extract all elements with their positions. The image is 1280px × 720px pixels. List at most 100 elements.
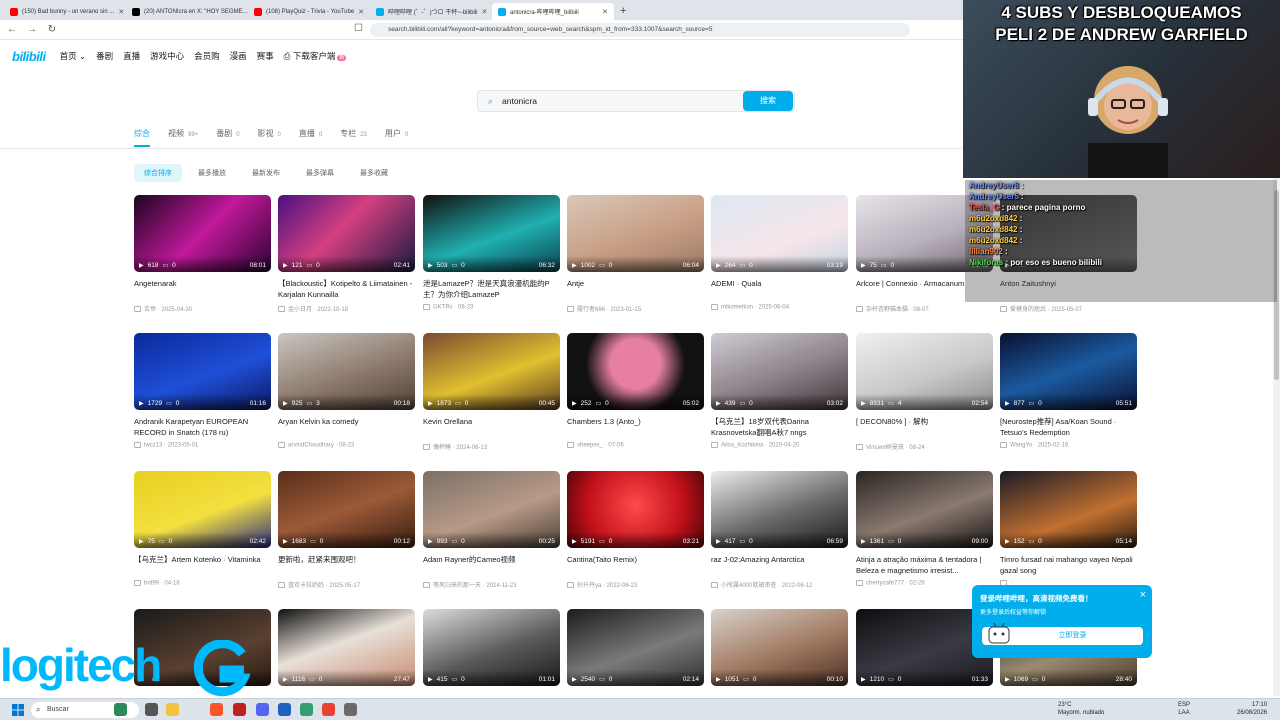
- video-thumbnail[interactable]: ▶ 1051 ▭ 0 00:10: [711, 609, 848, 686]
- video-thumbnail[interactable]: ▶ 1361 ▭ 0 09:00: [856, 471, 993, 548]
- uploader-name[interactable]: 等风归来的那一天: [433, 583, 481, 589]
- video-thumbnail[interactable]: ▶ 877 ▭ 0 05:51: [1000, 333, 1137, 410]
- bilibili-logo[interactable]: bilibili: [12, 49, 46, 64]
- video-thumbnail[interactable]: ▶ 1729 ▭ 0 01:16: [134, 333, 271, 410]
- video-title[interactable]: [Neurostep推荐] Asa/Koan Sound · Tetsuo's …: [1000, 416, 1137, 438]
- uploader-name[interactable]: 偶杯睡: [433, 445, 451, 451]
- video-title[interactable]: Chambers 1.3 (Anto_): [567, 416, 704, 438]
- video-thumbnail[interactable]: ▶ 75 ▭ 0 02:42: [134, 471, 271, 548]
- video-thumbnail[interactable]: ▶ 417 ▭ 0 06:59: [711, 471, 848, 548]
- close-icon[interactable]: ✕: [482, 8, 488, 16]
- nav-anime[interactable]: 番剧: [96, 50, 113, 62]
- nav-manga[interactable]: 漫画: [230, 50, 247, 62]
- video-card[interactable]: ▶ 121 ▭ 0 02:41 【Blackoustic】Kotipelto & Liim…: [278, 195, 415, 313]
- uploader-name[interactable]: 小所属4000就被审查: [721, 583, 776, 589]
- video-thumbnail[interactable]: ▶ 1116 ▭ 0 27:47: [278, 609, 415, 686]
- widgets-icon[interactable]: [114, 703, 127, 716]
- uploader-name[interactable]: 抄升丹ya: [577, 583, 601, 589]
- video-title[interactable]: Timro fursad nai mahango vayeo Nepali ga…: [1000, 554, 1137, 576]
- video-title[interactable]: [ DECON80% ] · 解构: [856, 416, 993, 438]
- app-icon[interactable]: [278, 703, 291, 716]
- video-title[interactable]: 【乌克兰】18岁双代表Darina Krasnovetska翻唱A秋7 nngs: [711, 416, 848, 438]
- uploader-name[interactable]: GKTRs: [433, 305, 453, 311]
- sort-newest[interactable]: 最新发布: [242, 164, 290, 182]
- settings-icon[interactable]: [344, 703, 357, 716]
- nav-game-center[interactable]: 游戏中心: [150, 50, 184, 62]
- video-title[interactable]: raz J-02:Amazing Antarctica: [711, 554, 848, 576]
- reload-icon[interactable]: ↻: [46, 24, 58, 35]
- video-thumbnail[interactable]: ▶ 5191 ▭ 0 03:21: [567, 471, 704, 548]
- uploader-name[interactable]: 金小日月: [288, 307, 312, 313]
- nav-events[interactable]: 赛事: [257, 50, 274, 62]
- uploader-name[interactable]: mikomeikon: [721, 305, 753, 311]
- discord-icon[interactable]: [256, 703, 269, 716]
- uploader-name[interactable]: WangYo: [1010, 443, 1032, 449]
- tab-articles[interactable]: 专栏 23: [340, 128, 367, 147]
- close-icon[interactable]: ✕: [118, 8, 124, 16]
- close-icon[interactable]: ✕: [602, 8, 608, 16]
- video-thumbnail[interactable]: ▶ 264 ▭ 0 03:19: [711, 195, 848, 272]
- uploader-name[interactable]: 履行者666: [577, 307, 605, 313]
- uploader-name[interactable]: Alisa_Kozhikina: [721, 443, 763, 449]
- video-thumbnail[interactable]: ▶ 993 ▭ 0 00:25: [423, 471, 560, 548]
- language-indicator[interactable]: ESP LAA: [1178, 701, 1190, 717]
- video-card[interactable]: ▶ 152 ▭ 0 05:14 Timro fursad nai mahango vaye…: [1000, 471, 1137, 587]
- nav-live[interactable]: 直播: [123, 50, 140, 62]
- uploader-name[interactable]: arvindChoudhary: [288, 443, 334, 449]
- sort-most-played[interactable]: 最多播放: [188, 164, 236, 182]
- video-card[interactable]: ▶ 8931 ▭ 4 02:54 [ DECON80% ] · 解构 Vincent树曼琉 …: [856, 333, 993, 451]
- video-card[interactable]: ▶ 1361 ▭ 0 09:00 Atinja a atração máxima & te…: [856, 471, 993, 587]
- weather-widget[interactable]: 23°C Mayorm. nublado: [1058, 701, 1104, 717]
- video-thumbnail[interactable]: ▶ 925 ▭ 3 00:18: [278, 333, 415, 410]
- uploader-name[interactable]: 爱健身的屁后: [1010, 307, 1046, 313]
- search-button[interactable]: 搜索: [743, 91, 793, 111]
- file-explorer-icon[interactable]: [166, 703, 179, 716]
- sort-most-favorited[interactable]: 最多收藏: [350, 164, 398, 182]
- task-view-icon[interactable]: [145, 703, 158, 716]
- video-thumbnail[interactable]: ▶ 152 ▭ 0 05:14: [1000, 471, 1137, 548]
- video-title[interactable]: Angetenarak: [134, 278, 271, 300]
- video-card[interactable]: ▶ 1683 ▭ 0 00:12 更新啦，赶紧来围观吧！ 蓝欢卡拉奶奶 · 2025-05-…: [278, 471, 415, 589]
- video-title[interactable]: Antje: [567, 278, 704, 300]
- tab-video[interactable]: 视频 99+: [168, 128, 198, 147]
- video-card[interactable]: ▶ 925 ▭ 3 00:18 Aryan Kelvin ka comedy arvindC…: [278, 333, 415, 449]
- uploader-name[interactable]: 杂杆杏野猫本猫: [866, 307, 908, 313]
- tab-users[interactable]: 用户 0: [385, 128, 408, 147]
- video-card[interactable]: ▶ 993 ▭ 0 00:25 Adam Rayner的Cameo视频 等风归来的那一天 ·…: [423, 471, 560, 589]
- uploader-name[interactable]: cherrycafe777: [866, 581, 904, 587]
- browser-tab[interactable]: (20) ANTONIcra en X: "HOY SEGME...✕: [126, 3, 248, 20]
- sort-comprehensive[interactable]: 综合排序: [134, 164, 182, 182]
- video-title[interactable]: Aryan Kelvin ka comedy: [278, 416, 415, 438]
- app-icon[interactable]: [300, 703, 313, 716]
- video-card[interactable]: ▶ 1002 ▭ 0 06:04 Antje 履行者666 · 2023-01-15: [567, 195, 704, 313]
- browser-tab[interactable]: (108) PlayQuiz - Trivia - YouTube ✕: [248, 3, 370, 20]
- new-tab-button[interactable]: +: [614, 3, 632, 20]
- video-card[interactable]: ▶ 252 ▭ 0 05:02 Chambers 1.3 (Anto_) sheepex_ …: [567, 333, 704, 449]
- video-title[interactable]: Atinja a atração máxima & tentadora | Be…: [856, 554, 993, 576]
- uploader-name[interactable]: 蓝欢卡拉奶奶: [288, 583, 324, 589]
- browser-tab[interactable]: (150) Bad bunny - un verano sin ... ✕: [4, 3, 126, 20]
- video-card[interactable]: ▶ 1873 ▭ 0 00:45 Kevin Orellana 偶杯睡 · 2024-06-…: [423, 333, 560, 451]
- video-title[interactable]: 泄是LamazeP？泄是天真浪漫机能的P主？为你介绍LamazeP: [423, 278, 560, 300]
- video-card[interactable]: ▶ 5191 ▭ 0 03:21 Cantina(Taito Remix) 抄升丹ya · …: [567, 471, 704, 589]
- video-title[interactable]: 【乌克兰】Artem Kotenko · Vitaminka: [134, 554, 271, 576]
- uploader-name[interactable]: Vincent树曼琉: [866, 445, 904, 451]
- video-thumbnail[interactable]: ▶ 439 ▭ 0 03:02: [711, 333, 848, 410]
- video-title[interactable]: ADEMI · Quala: [711, 278, 848, 300]
- nav-home[interactable]: 首页 ⌄: [60, 50, 87, 62]
- brave-browser-icon[interactable]: [210, 703, 223, 716]
- app-icon[interactable]: [233, 703, 246, 716]
- video-thumbnail[interactable]: ▶ 121 ▭ 0 02:41: [278, 195, 415, 272]
- tab-live[interactable]: 直播 0: [299, 128, 322, 147]
- close-icon[interactable]: ✕: [358, 8, 364, 16]
- forward-icon[interactable]: →: [26, 24, 38, 35]
- video-card[interactable]: ▶ 75 ▭ 0 02:42 【乌克兰】Artem Kotenko · Vitaminka…: [134, 471, 271, 587]
- video-card[interactable]: ▶ 264 ▭ 0 03:19 ADEMI · Quala mikomeikon · 202…: [711, 195, 848, 311]
- video-thumbnail[interactable]: ▶ 618 ▭ 0 08:01: [134, 195, 271, 272]
- video-card[interactable]: ▶ 618 ▭ 0 08:01 Angetenarak 舌帝 · 2025-04-30: [134, 195, 271, 313]
- video-card[interactable]: ▶ 877 ▭ 0 05:51 [Neurostep推荐] Asa/Koan Sound …: [1000, 333, 1137, 449]
- video-title[interactable]: 更新啦，赶紧来围观吧！: [278, 554, 415, 576]
- video-thumbnail[interactable]: ▶ 2540 ▭ 0 02:14: [567, 609, 704, 686]
- video-card[interactable]: ▶ 1729 ▭ 0 01:16 Andranik Karapetyan EUROPEAN…: [134, 333, 271, 449]
- sort-most-danmaku[interactable]: 最多弹幕: [296, 164, 344, 182]
